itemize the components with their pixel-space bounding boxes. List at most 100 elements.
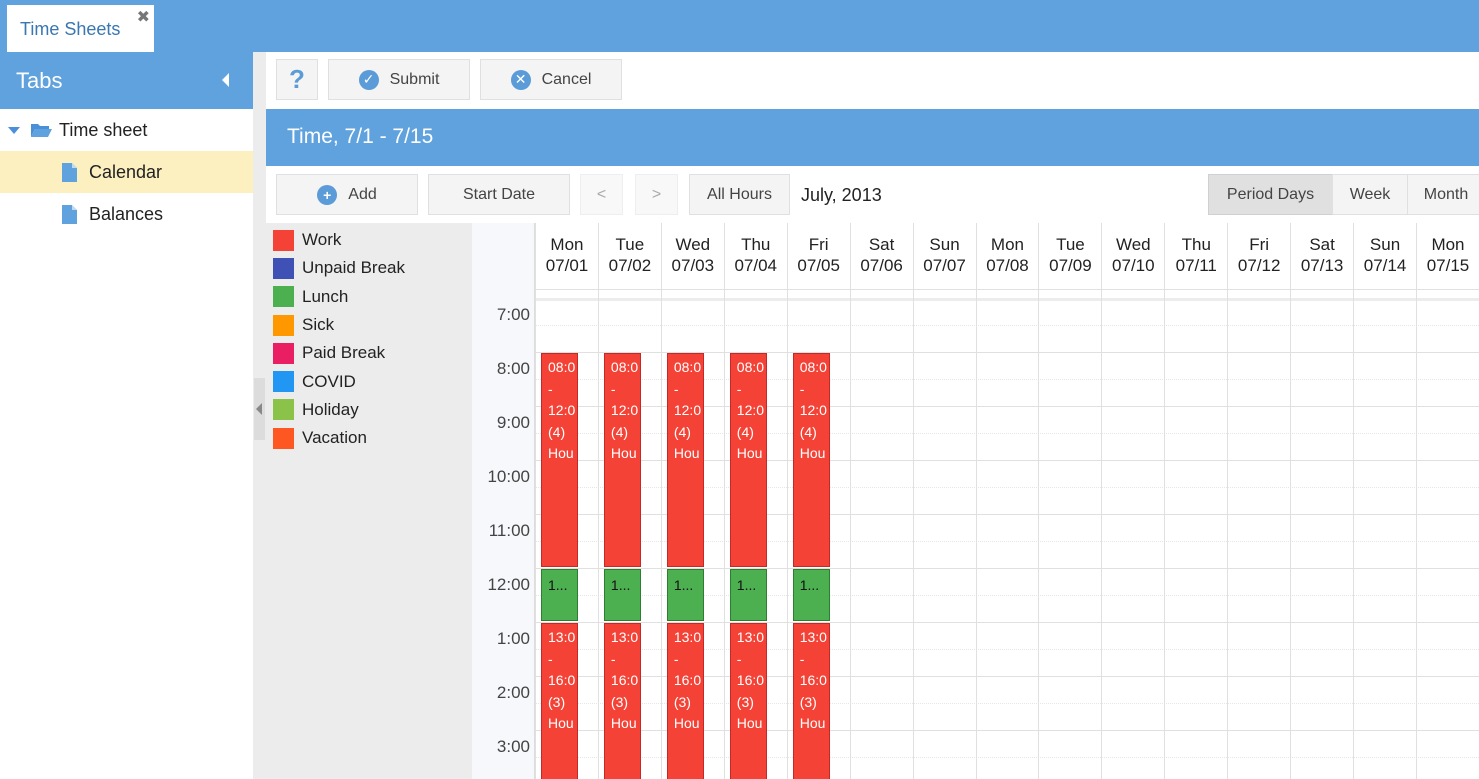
day-of-week: Mon <box>990 235 1024 254</box>
document-tab-label: Time Sheets <box>20 19 121 39</box>
tree-item-calendar[interactable]: Calendar <box>0 151 253 193</box>
file-icon <box>62 162 77 182</box>
all-hours-button[interactable]: All Hours <box>689 174 790 215</box>
tree-item-time-sheet[interactable]: Time sheet <box>0 109 253 151</box>
day-header[interactable]: Wed 07/10 <box>1101 223 1164 289</box>
day-column-line <box>975 223 977 779</box>
start-date-button[interactable]: Start Date <box>428 174 570 215</box>
splitter-collapse-handle[interactable] <box>254 378 265 440</box>
day-header[interactable]: Sun 07/14 <box>1353 223 1416 289</box>
day-date: 07/01 <box>545 256 589 275</box>
caret-down-icon[interactable] <box>8 126 20 134</box>
day-of-week: Mon <box>550 235 584 254</box>
time-entry-lunch[interactable]: 1... <box>603 569 641 621</box>
day-header[interactable]: Wed 07/03 <box>660 223 724 289</box>
time-entry-work[interactable]: 13:0 - 16:0 (3) Hou <box>603 623 641 779</box>
time-entry-work[interactable]: 13:0 - 16:0 (3) Hou <box>792 623 830 779</box>
day-header[interactable]: Thu 07/11 <box>1164 223 1227 289</box>
prev-icon: < <box>596 185 607 203</box>
day-of-week: Tue <box>615 235 645 254</box>
sidebar-splitter[interactable] <box>253 52 266 779</box>
legend-item-lunch[interactable]: Lunch <box>266 283 472 311</box>
legend-swatch <box>273 371 294 393</box>
legend-item-vacation[interactable]: Vacation <box>266 424 472 452</box>
time-label: 2:00 <box>496 683 530 702</box>
add-button[interactable]: + Add <box>276 174 418 215</box>
legend-swatch <box>273 342 294 364</box>
day-date: 07/11 <box>1175 256 1217 275</box>
view-month-button[interactable]: Month <box>1407 174 1479 215</box>
legend-label: Vacation <box>302 428 367 448</box>
time-entry-work[interactable]: 13:0 - 16:0 (3) Hou <box>666 623 704 779</box>
time-entry-lunch[interactable]: 1... <box>666 569 704 621</box>
tree-item-label: Time sheet <box>59 119 148 140</box>
legend-item-paid-break[interactable]: Paid Break <box>266 339 472 367</box>
day-header[interactable]: Mon 07/08 <box>975 223 1039 289</box>
submit-button[interactable]: ✓ Submit <box>328 59 470 100</box>
view-period-days-button[interactable]: Period Days <box>1208 174 1333 215</box>
day-date: 07/06 <box>860 256 903 275</box>
day-header[interactable]: Fri 07/05 <box>786 223 850 289</box>
time-entry-lunch[interactable]: 1... <box>729 569 767 621</box>
cancel-button[interactable]: ✕ Cancel <box>480 59 622 100</box>
next-button[interactable]: > <box>635 174 678 215</box>
time-entry-work[interactable]: 08:0 - 12:0 (4) Hou <box>666 353 704 567</box>
day-header[interactable]: Tue 07/09 <box>1038 223 1101 289</box>
half-hour-line <box>535 325 1479 326</box>
month-label: July, 2013 <box>801 185 882 205</box>
day-header[interactable]: Tue 07/02 <box>597 223 661 289</box>
collapse-sidebar-icon[interactable] <box>222 73 229 87</box>
time-entry-lunch[interactable]: 1... <box>541 569 578 621</box>
legend-item-unpaid-break[interactable]: Unpaid Break <box>266 254 472 282</box>
grid-top-line <box>535 298 1479 301</box>
time-entry-work[interactable]: 13:0 - 16:0 (3) Hou <box>541 623 578 779</box>
time-entry-work[interactable]: 08:0 - 12:0 (4) Hou <box>603 353 641 567</box>
tree-item-balances[interactable]: Balances <box>0 193 253 235</box>
help-button[interactable]: ? <box>276 59 318 100</box>
view-label: Month <box>1423 185 1469 203</box>
day-of-week: Mon <box>1431 235 1465 254</box>
legend-item-holiday[interactable]: Holiday <box>266 396 472 424</box>
day-header[interactable]: Sat 07/13 <box>1290 223 1353 289</box>
legend-label: Work <box>302 230 342 250</box>
legend-label: COVID <box>302 371 356 391</box>
time-entry-work[interactable]: 08:0 - 12:0 (4) Hou <box>792 353 830 567</box>
document-tab-time-sheets[interactable]: Time Sheets ✖ <box>7 5 154 52</box>
calendar-toolbar: + Add Start Date < > All Hours July, 201… <box>266 166 1479 223</box>
time-entry-work[interactable]: 13:0 - 16:0 (3) Hou <box>729 623 767 779</box>
day-header[interactable]: Mon 07/15 <box>1416 223 1479 289</box>
day-date: 07/04 <box>734 256 778 275</box>
time-label: 3:00 <box>496 737 530 756</box>
day-date: 07/07 <box>923 256 966 275</box>
day-column-line <box>535 223 536 779</box>
day-header[interactable]: Thu 07/04 <box>723 223 787 289</box>
legend-item-work[interactable]: Work <box>266 226 472 254</box>
legend-item-sick[interactable]: Sick <box>266 311 472 339</box>
time-entry-work[interactable]: 08:0 - 12:0 (4) Hou <box>729 353 767 567</box>
day-date: 07/15 <box>1426 256 1470 275</box>
day-of-week: Wed <box>1115 235 1151 254</box>
day-date: 07/03 <box>671 256 715 275</box>
main-panel: ? ✓ Submit ✕ Cancel Time, 7/1 - 7/15 + A… <box>266 52 1479 779</box>
day-date: 07/09 <box>1049 256 1092 275</box>
cancel-label: Cancel <box>541 70 592 88</box>
day-header[interactable]: Fri 07/12 <box>1227 223 1290 289</box>
sidebar-header: Tabs <box>0 52 253 109</box>
day-of-week: Tue <box>1056 235 1085 254</box>
time-label: 8:00 <box>496 359 530 378</box>
day-header[interactable]: Mon 07/01 <box>535 223 598 289</box>
legend-label: Sick <box>302 315 335 335</box>
legend-item-covid[interactable]: COVID <box>266 367 472 395</box>
legend-label: Paid Break <box>302 343 386 363</box>
time-entry-lunch[interactable]: 1... <box>792 569 830 621</box>
day-header[interactable]: Sun 07/07 <box>912 223 976 289</box>
all-hours-label: All Hours <box>707 185 772 203</box>
view-week-button[interactable]: Week <box>1332 174 1408 215</box>
prev-button[interactable]: < <box>580 174 623 215</box>
time-entry-work[interactable]: 08:0 - 12:0 (4) Hou <box>541 353 578 567</box>
next-icon: > <box>651 185 662 203</box>
day-column-line <box>1353 223 1355 779</box>
day-header[interactable]: Sat 07/06 <box>849 223 913 289</box>
close-icon[interactable]: ✖ <box>137 7 150 27</box>
start-date-label: Start Date <box>462 185 536 203</box>
